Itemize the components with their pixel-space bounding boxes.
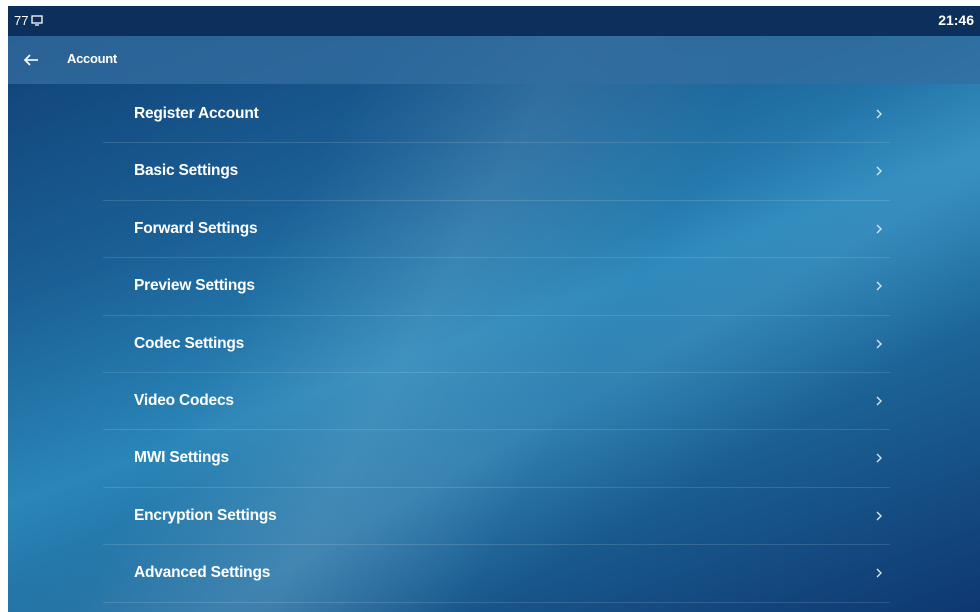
chevron-right-icon — [876, 166, 882, 176]
account-menu: Register Account Basic Settings Forward Se… — [103, 86, 890, 603]
monitor-icon — [31, 15, 44, 26]
phone-screen: 77 21:46 Account Register Account Basic S… — [8, 6, 980, 612]
menu-item-encryption-settings[interactable]: Encryption Settings — [103, 488, 890, 546]
menu-item-label: Register Account — [134, 105, 259, 122]
menu-item-register-account[interactable]: Register Account — [103, 86, 890, 144]
chevron-right-icon — [876, 568, 882, 578]
menu-item-codec-settings[interactable]: Codec Settings — [103, 316, 890, 373]
menu-item-label: Basic Settings — [134, 162, 239, 180]
chevron-right-icon — [876, 109, 882, 119]
menu-item-basic-settings[interactable]: Basic Settings — [103, 143, 890, 201]
back-button[interactable] — [18, 48, 44, 72]
chevron-right-icon — [876, 396, 882, 406]
chevron-right-icon — [876, 453, 882, 463]
chevron-right-icon — [876, 281, 882, 291]
chevron-right-icon — [876, 511, 882, 521]
status-left: 77 — [14, 13, 44, 28]
menu-item-label: Advanced Settings — [134, 564, 271, 582]
page-title: Account — [67, 51, 117, 66]
arrow-left-icon — [23, 54, 38, 66]
menu-item-forward-settings[interactable]: Forward Settings — [103, 201, 890, 259]
menu-item-label: Forward Settings — [134, 219, 258, 237]
menu-item-mwi-settings[interactable]: MWI Settings — [103, 430, 890, 488]
chevron-right-icon — [876, 339, 882, 349]
title-bar: Account — [8, 36, 980, 84]
chevron-right-icon — [876, 224, 882, 234]
menu-item-label: Codec Settings — [134, 334, 245, 352]
menu-item-label: MWI Settings — [134, 449, 229, 467]
clock: 21:46 — [938, 12, 974, 28]
menu-item-label: Video Codecs — [134, 391, 234, 409]
menu-item-preview-settings[interactable]: Preview Settings — [103, 258, 890, 316]
status-bar: 77 21:46 — [8, 6, 980, 36]
menu-item-label: Encryption Settings — [134, 506, 277, 524]
menu-item-video-codecs[interactable]: Video Codecs — [103, 373, 890, 431]
status-text: 77 — [14, 13, 29, 28]
menu-item-advanced-settings[interactable]: Advanced Settings — [103, 545, 890, 603]
menu-item-label: Preview Settings — [134, 277, 255, 295]
